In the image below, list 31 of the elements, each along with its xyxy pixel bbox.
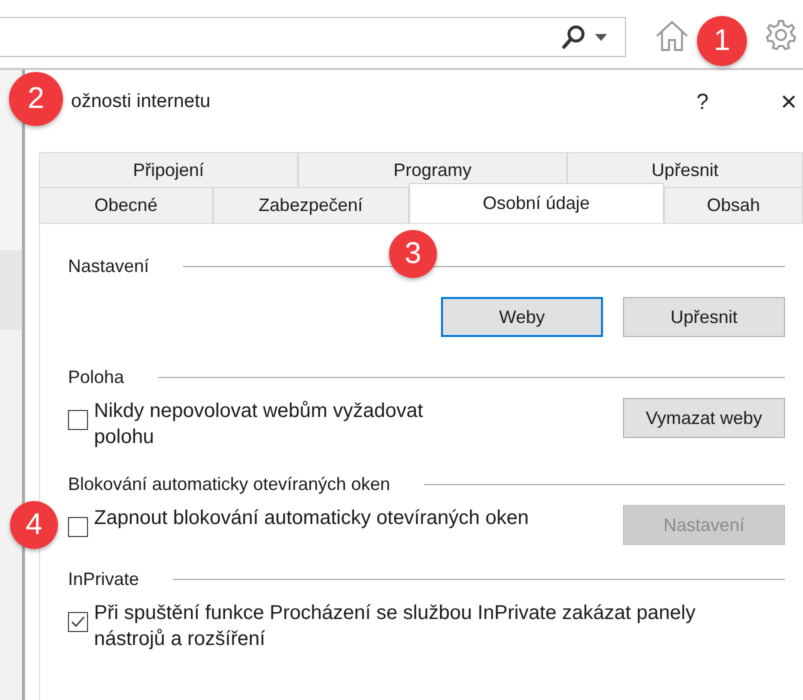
caret-icon[interactable] <box>595 34 607 40</box>
step-badge: 1 <box>697 16 747 66</box>
help-button[interactable]: ? <box>690 89 715 115</box>
tab[interactable]: Připojení <box>39 152 298 187</box>
search-icon[interactable] <box>561 24 587 50</box>
address-field[interactable] <box>0 17 626 57</box>
tab[interactable]: Obecné <box>39 187 213 223</box>
close-button[interactable]: × <box>774 86 803 118</box>
push-button[interactable]: Weby <box>441 297 603 337</box>
section-heading: Poloha <box>68 367 124 388</box>
section-heading: Blokování automaticky otevíraných oken <box>68 474 390 495</box>
checkbox-label: Nikdy nepovolovat webům vyžadovat polohu <box>94 399 424 450</box>
push-button[interactable]: Vymazat weby <box>623 398 785 438</box>
window-title: ožnosti internetu <box>71 91 212 113</box>
tab[interactable]: Upřesnit <box>566 152 803 187</box>
checkbox-label: Zapnout blokování automaticky otevíraných oken <box>94 506 529 531</box>
checkbox[interactable] <box>68 612 88 632</box>
home-icon[interactable] <box>654 20 690 52</box>
step-badge: 4 <box>10 501 58 549</box>
tab[interactable]: Osobní údaje <box>408 183 664 223</box>
checkbox-label: Při spuštění funkce Procházení se službou InPrivate zakázat panely nástrojů a rozšíření <box>94 601 696 652</box>
push-button[interactable]: Upřesnit <box>623 297 785 337</box>
gear-icon[interactable] <box>765 19 797 51</box>
checkbox[interactable] <box>68 410 88 430</box>
step-badge: 2 <box>9 72 63 126</box>
section-heading: InPrivate <box>68 569 140 590</box>
tab[interactable]: Programy <box>298 152 567 187</box>
section-heading: Nastavení <box>68 256 150 277</box>
checkbox[interactable] <box>68 517 88 537</box>
tab[interactable]: Obsah <box>664 187 803 223</box>
tab[interactable]: Zabezpečení <box>212 187 409 223</box>
